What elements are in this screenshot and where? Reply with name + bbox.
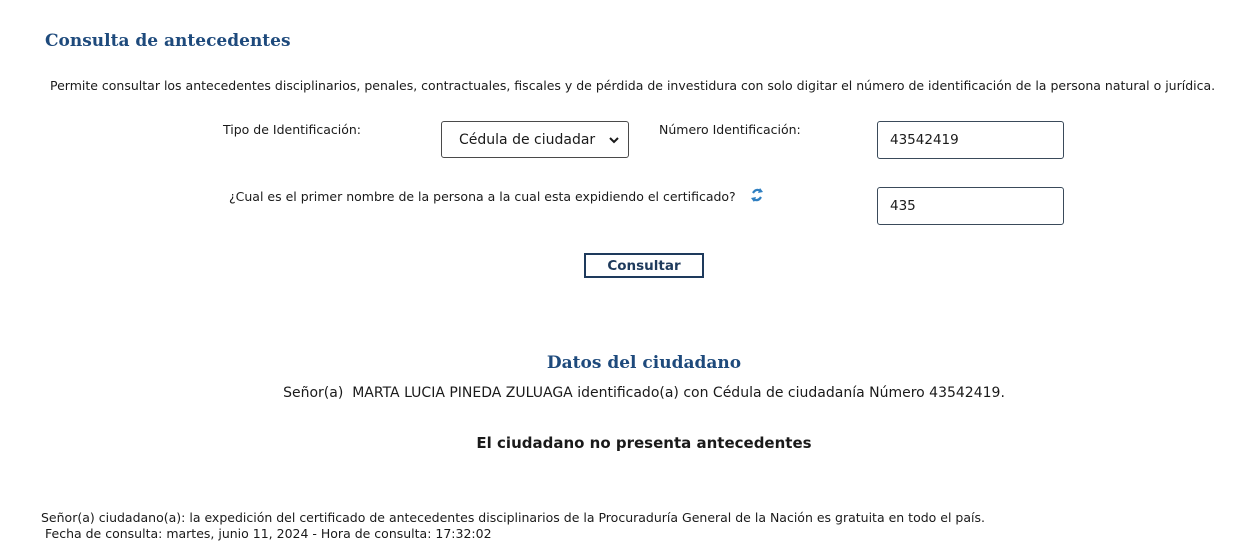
citizen-data-title: Datos del ciudadano xyxy=(546,353,742,373)
id-type-selected-value: Cédula de ciudadar xyxy=(459,131,596,148)
page-description: Permite consultar los antecedentes disci… xyxy=(50,78,1216,93)
security-answer-input[interactable]: 435 xyxy=(877,187,1064,225)
result-status: El ciudadano no presenta antecedentes xyxy=(476,434,812,452)
id-type-select[interactable]: Cédula de ciudadar xyxy=(441,121,629,158)
id-number-label: Número Identificación: xyxy=(659,122,801,137)
security-question-label: ¿Cual es el primer nombre de la persona … xyxy=(229,189,736,204)
refresh-icon[interactable] xyxy=(750,187,764,203)
footer-note: Señor(a) ciudadano(a): la expedición del… xyxy=(41,510,985,525)
chevron-down-icon xyxy=(609,137,619,144)
consultar-button[interactable]: Consultar xyxy=(584,253,704,278)
query-timestamp: Fecha de consulta: martes, junio 11, 202… xyxy=(45,526,492,541)
id-type-label: Tipo de Identificación: xyxy=(223,122,362,137)
security-answer-value: 435 xyxy=(890,198,916,214)
id-number-value: 43542419 xyxy=(890,132,959,148)
citizen-info: Señor(a) MARTA LUCIA PINEDA ZULUAGA iden… xyxy=(283,385,1005,401)
page-title: Consulta de antecedentes xyxy=(45,31,291,51)
id-number-input[interactable]: 43542419 xyxy=(877,121,1064,159)
